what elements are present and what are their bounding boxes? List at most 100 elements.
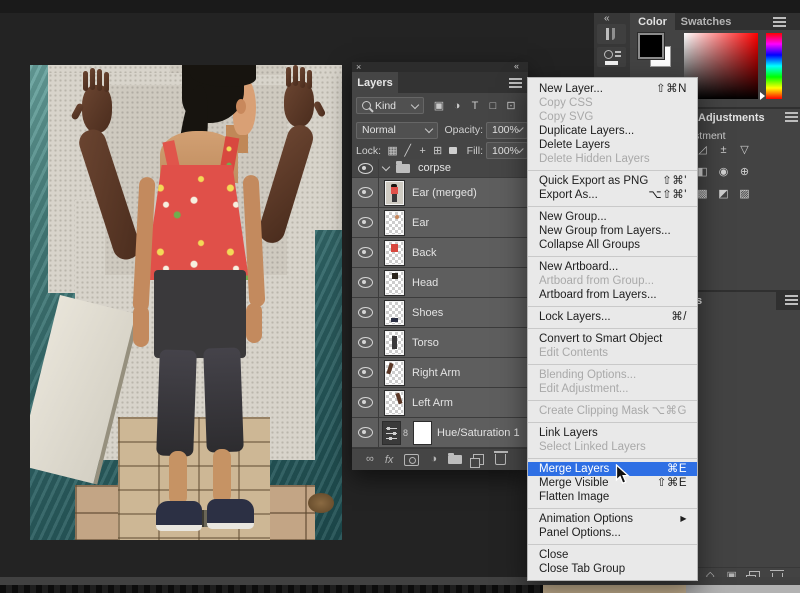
filter-adjustment-layers-icon[interactable]: ◑ <box>448 100 466 112</box>
menu-item-convert-to-smart-object[interactable]: Convert to Smart Object <box>528 332 697 346</box>
layer-thumbnail[interactable] <box>385 331 404 355</box>
collapsed-panel-button-2[interactable] <box>597 47 626 67</box>
tab-layers[interactable]: Layers <box>352 72 398 93</box>
layer-row-head[interactable]: Head <box>352 268 528 298</box>
layer-style-fx-icon[interactable]: fx <box>385 454 394 466</box>
layer-thumbnail[interactable] <box>385 391 404 415</box>
filter-shape-layers-icon[interactable]: □ <box>484 100 502 112</box>
visibility-eye-icon[interactable] <box>352 238 379 267</box>
gradient-map-icon[interactable]: ▨ <box>736 187 753 202</box>
layer-thumbnail[interactable] <box>385 271 404 295</box>
hue-slider-arrow[interactable] <box>760 92 765 100</box>
delete-layer-icon[interactable] <box>495 454 506 465</box>
menu-item-close-tab-group[interactable]: Close Tab Group <box>528 562 697 576</box>
layer-thumbnail[interactable] <box>385 241 404 265</box>
menu-item-export-as[interactable]: Export As...⌥⇧⌘' <box>528 188 697 202</box>
visibility-eye-icon[interactable] <box>352 328 379 357</box>
lock-all-icon[interactable] <box>449 147 457 154</box>
hue-bar[interactable] <box>766 33 782 99</box>
tab-swatches[interactable]: Swatches <box>675 13 737 30</box>
menu-item-merge-visible[interactable]: Merge Visible⇧⌘E <box>528 476 697 490</box>
blend-mode-dropdown[interactable]: Normal <box>356 122 438 139</box>
lock-paint-icon[interactable]: ╱ <box>400 144 415 157</box>
layer-row-left-arm[interactable]: Left Arm <box>352 388 528 418</box>
visibility-eye-icon[interactable] <box>352 159 379 178</box>
menu-item-delete-hidden-layers[interactable]: Delete Hidden Layers <box>528 152 697 166</box>
menu-item-edit-contents[interactable]: Edit Contents <box>528 346 697 360</box>
layer-group-row[interactable]: corpse <box>352 159 528 178</box>
layer-row-back[interactable]: Back <box>352 238 528 268</box>
menu-item-select-linked-layers[interactable]: Select Linked Layers <box>528 440 697 454</box>
menu-item-copy-css[interactable]: Copy CSS <box>528 96 697 110</box>
menu-item-lock-layers[interactable]: Lock Layers...⌘/ <box>528 310 697 324</box>
menu-item-copy-svg[interactable]: Copy SVG <box>528 110 697 124</box>
canvas-image[interactable] <box>30 65 342 540</box>
color-panel-menu-icon[interactable] <box>773 21 786 23</box>
tab-color[interactable]: Color <box>630 13 675 30</box>
adjustment-layer-icon[interactable] <box>383 422 400 444</box>
adjustments-panel-menu-icon[interactable] <box>785 116 798 118</box>
menu-item-create-clipping-mask[interactable]: Create Clipping Mask⌥⌘G <box>528 404 697 418</box>
lock-artboard-icon[interactable]: ⊞ <box>430 144 445 157</box>
filter-type-layers-icon[interactable]: T <box>466 100 484 112</box>
channel-mixer-icon[interactable]: ⊕ <box>736 165 753 180</box>
close-panel-icon[interactable]: × <box>356 64 363 71</box>
opacity-dropdown[interactable]: 100% <box>486 122 528 139</box>
menu-item-delete-layers[interactable]: Delete Layers <box>528 138 697 152</box>
exposure-icon[interactable]: ± <box>715 143 732 158</box>
menu-item-artboard-from-group[interactable]: Artboard from Group... <box>528 274 697 288</box>
visibility-eye-icon[interactable] <box>352 298 379 327</box>
filter-smart-objects-icon[interactable]: ⊡ <box>502 99 520 112</box>
layer-row-right-arm[interactable]: Right Arm <box>352 358 528 388</box>
menu-item-animation-options[interactable]: Animation Options▶ <box>528 512 697 526</box>
menu-item-panel-options[interactable]: Panel Options... <box>528 526 697 540</box>
menu-item-new-artboard[interactable]: New Artboard... <box>528 260 697 274</box>
visibility-eye-icon[interactable] <box>352 178 379 207</box>
filter-kind-dropdown[interactable]: Kind <box>356 97 424 114</box>
layer-row-hue-saturation[interactable]: 8 Hue/Saturation 1 <box>352 418 528 448</box>
menu-item-link-layers[interactable]: Link Layers <box>528 426 697 440</box>
new-adjustment-layer-icon[interactable]: ◑ <box>430 454 437 465</box>
menu-item-edit-adjustment[interactable]: Edit Adjustment... <box>528 382 697 396</box>
visibility-eye-icon[interactable] <box>352 268 379 297</box>
layer-mask-thumbnail[interactable] <box>414 422 431 444</box>
menu-item-new-layer[interactable]: New Layer...⇧⌘N <box>528 82 697 96</box>
vibrance-icon[interactable]: ▽ <box>736 143 753 158</box>
layer-thumbnail[interactable] <box>385 211 404 235</box>
group-expand-chevron-icon[interactable] <box>382 163 390 171</box>
collapse-dock-icon[interactable]: « <box>604 13 610 24</box>
menu-item-new-group-from-layers[interactable]: New Group from Layers... <box>528 224 697 238</box>
collapse-panel-icon[interactable]: « <box>514 62 519 71</box>
menu-item-close[interactable]: Close <box>528 548 697 562</box>
menu-item-duplicate-layers[interactable]: Duplicate Layers... <box>528 124 697 138</box>
threshold-icon[interactable]: ◩ <box>715 187 732 202</box>
menu-item-collapse-all-groups[interactable]: Collapse All Groups <box>528 238 697 252</box>
layer-thumbnail[interactable] <box>385 361 404 385</box>
new-group-icon[interactable] <box>448 455 462 464</box>
fill-dropdown[interactable]: 100% <box>486 142 528 159</box>
menu-item-artboard-from-layers[interactable]: Artboard from Layers... <box>528 288 697 302</box>
lower-right-panel-menu-icon[interactable] <box>785 299 798 301</box>
filter-pixel-layers-icon[interactable]: ▣ <box>430 99 448 112</box>
visibility-eye-icon[interactable] <box>352 208 379 237</box>
layer-row-shoes[interactable]: Shoes <box>352 298 528 328</box>
layer-thumbnail[interactable] <box>385 181 404 205</box>
visibility-eye-icon[interactable] <box>352 388 379 417</box>
new-layer-icon[interactable] <box>473 454 484 465</box>
menu-item-merge-layers[interactable]: Merge Layers⌘E <box>528 462 697 476</box>
menu-item-quick-export-png[interactable]: Quick Export as PNG⇧⌘' <box>528 174 697 188</box>
photo-filter-icon[interactable]: ◉ <box>715 165 732 180</box>
layer-row-ear[interactable]: Ear <box>352 208 528 238</box>
lock-transparent-pixels-icon[interactable]: ▦ <box>385 144 400 157</box>
visibility-eye-icon[interactable] <box>352 358 379 387</box>
menu-item-new-group[interactable]: New Group... <box>528 210 697 224</box>
collapsed-panel-button-1[interactable] <box>597 24 626 44</box>
menu-item-blending-options[interactable]: Blending Options... <box>528 368 697 382</box>
layer-row-ear-merged[interactable]: Ear (merged) <box>352 178 528 208</box>
foreground-color-swatch[interactable] <box>638 33 664 59</box>
link-layers-icon[interactable]: ∞ <box>366 454 374 465</box>
menu-item-flatten-image[interactable]: Flatten Image <box>528 490 697 504</box>
lock-position-icon[interactable]: + <box>415 145 430 157</box>
add-mask-icon[interactable] <box>404 454 419 466</box>
layer-thumbnail[interactable] <box>385 301 404 325</box>
